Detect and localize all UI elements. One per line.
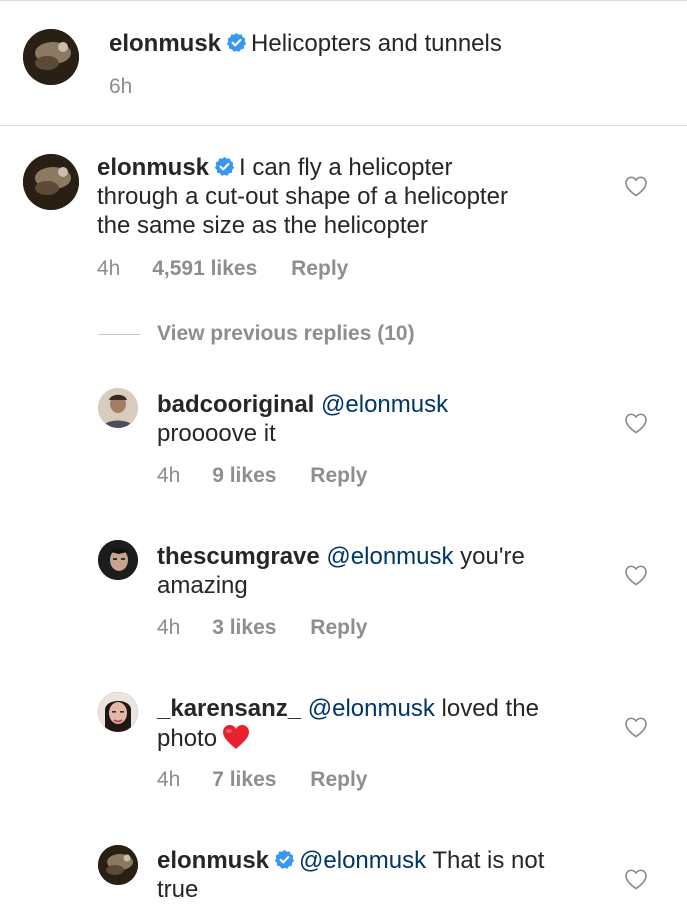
comment-meta: 4h 4,591 likes Reply [97, 256, 348, 282]
reply-text: loved the [434, 695, 539, 722]
reply-text-line: thescumgrave @elonmusk you're [157, 542, 525, 571]
reply-likes[interactable]: 9 likes [212, 464, 276, 487]
comment-likes[interactable]: 4,591 likes [152, 257, 257, 280]
comment-text-line: elonmusk I can fly a helicopter [97, 153, 452, 182]
reply-time: 4h [157, 464, 181, 487]
avatar-image [98, 388, 138, 428]
reply-username[interactable]: thescumgrave [157, 543, 320, 570]
view-previous-replies-button[interactable]: View previous replies (10) [157, 321, 415, 347]
reply-text: amazing [157, 572, 248, 599]
reply-button[interactable]: Reply [291, 257, 348, 280]
mention-link[interactable]: @elonmusk [299, 847, 426, 874]
reply-button[interactable]: Reply [310, 616, 367, 639]
reply-meta: 4h 9 likes Reply [157, 463, 367, 489]
reply-text-line: elonmusk @elonmusk That is not [157, 846, 544, 875]
avatar[interactable] [98, 845, 138, 885]
divider [0, 125, 687, 126]
reply-username[interactable]: badcooriginal [157, 391, 314, 418]
red-heart-emoji [221, 723, 251, 751]
reply-time: 4h [157, 768, 181, 791]
caption-time: 6h [109, 75, 133, 98]
reply-username[interactable]: _karensanz_ [157, 695, 301, 722]
reply-username[interactable]: elonmusk [157, 847, 269, 874]
caption-username[interactable]: elonmusk [109, 30, 221, 57]
caption-text-line: elonmusk Helicopters and tunnels [109, 29, 502, 58]
comment-text: through a cut-out shape of a helicopter [97, 183, 508, 210]
avatar[interactable] [98, 692, 138, 732]
heart-outline-icon[interactable] [624, 564, 648, 586]
reply-text: That is not [426, 847, 545, 874]
reply-meta: 4h 7 likes Reply [157, 767, 367, 793]
comment-username[interactable]: elonmusk [97, 154, 209, 181]
reply-likes[interactable]: 7 likes [212, 768, 276, 791]
view-previous-line [98, 334, 140, 335]
heart-outline-icon[interactable] [624, 716, 648, 738]
avatar-image [98, 692, 138, 732]
reply-likes[interactable]: 3 likes [212, 616, 276, 639]
avatar-image [98, 540, 138, 580]
avatar-image [23, 29, 79, 85]
reply-meta: 4h 3 likes Reply [157, 615, 367, 641]
reply-time: 4h [157, 616, 181, 639]
comment-time: 4h [97, 257, 121, 280]
reply-text-line: badcooriginal @elonmusk [157, 390, 448, 419]
mention-link[interactable]: @elonmusk [321, 391, 448, 418]
heart-outline-icon[interactable] [624, 868, 648, 890]
mention-link[interactable]: @elonmusk [308, 695, 435, 722]
verified-badge-icon [274, 849, 295, 870]
reply-button[interactable]: Reply [310, 464, 367, 487]
reply-text-line: _karensanz_ @elonmusk loved the [157, 694, 539, 723]
avatar[interactable] [98, 388, 138, 428]
verified-badge-icon [214, 156, 235, 177]
avatar-image [98, 845, 138, 885]
reply-text: true [157, 876, 199, 903]
reply-text-line-2: photo [157, 723, 251, 753]
reply-button[interactable]: Reply [310, 768, 367, 791]
avatar[interactable] [98, 540, 138, 580]
comment-text: the same size as the helicopter [97, 212, 428, 239]
avatar[interactable] [23, 29, 79, 85]
avatar-image [23, 154, 79, 210]
caption-text: Helicopters and tunnels [251, 30, 502, 57]
heart-outline-icon[interactable] [624, 412, 648, 434]
mention-link[interactable]: @elonmusk [326, 543, 453, 570]
verified-badge-icon [226, 32, 247, 53]
comment-text: I can fly a helicopter [239, 154, 453, 181]
reply-text: proooove it [157, 420, 276, 447]
heart-outline-icon[interactable] [624, 175, 648, 197]
top-border [0, 0, 687, 1]
avatar[interactable] [23, 154, 79, 210]
reply-text: you're [453, 543, 525, 570]
reply-text: photo [157, 725, 218, 752]
